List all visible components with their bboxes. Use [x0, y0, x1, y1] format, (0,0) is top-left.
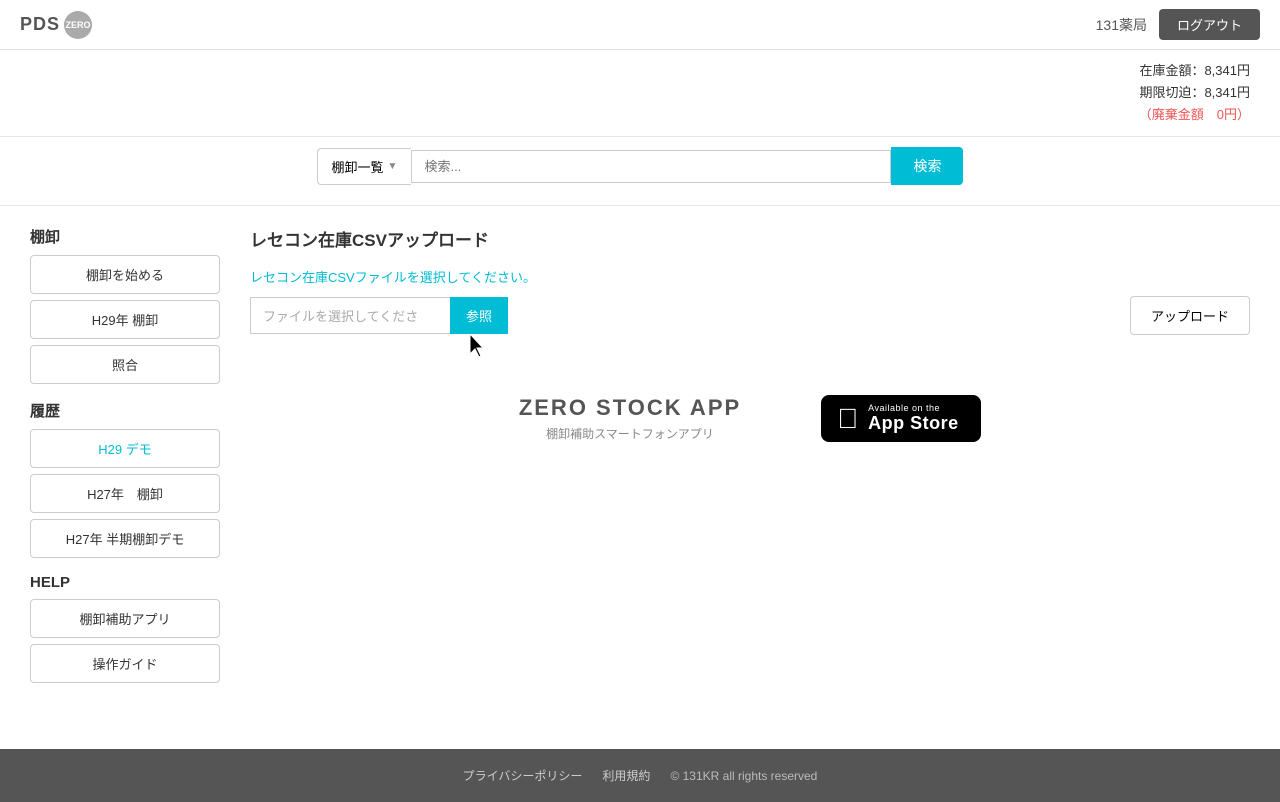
main-container: 棚卸 棚卸を始める H29年 棚卸 照合 履歴 H29 デモ H27年 棚卸 H… — [0, 206, 1280, 709]
upload-section: レセコン在庫CSVアップロード レセコン在庫CSVファイルを選択してください。 … — [250, 226, 1250, 335]
logo-badge: ZERO — [64, 11, 92, 39]
expiry-amount: 期限切迫：8,341円 — [30, 82, 1250, 104]
upload-btn-wrapper: アップロード — [1130, 296, 1250, 335]
app-promo-text: ZERO STOCK APP 棚卸補助スマートフォンアプリ — [519, 395, 741, 442]
sidebar-btn-h29[interactable]: H29年 棚卸 — [30, 300, 220, 339]
logo-text: PDS — [20, 14, 60, 35]
search-bar: 棚卸一覧 検索 — [0, 137, 1280, 205]
sidebar-btn-assist[interactable]: 棚卸補助アプリ — [30, 599, 220, 638]
content-title: レセコン在庫CSVアップロード — [250, 226, 1250, 251]
sidebar-btn-guide[interactable]: 操作ガイド — [30, 644, 220, 683]
header-right: 131薬局 ログアウト — [1096, 9, 1260, 40]
app-store-name: App Store — [868, 413, 959, 434]
inventory-dropdown[interactable]: 棚卸一覧 — [317, 148, 412, 185]
footer-privacy[interactable]: プライバシーポリシー — [463, 767, 583, 784]
search-button[interactable]: 検索 — [891, 147, 963, 185]
sidebar-section-inventory: 棚卸 — [30, 226, 220, 247]
file-placeholder: ファイルを選択してくださ — [263, 309, 418, 324]
app-store-text-block: Available on the App Store — [868, 403, 959, 434]
info-bar: 在庫金額：8,341円 期限切迫：8,341円 （廃棄金額 0円） — [0, 50, 1280, 136]
file-upload-row: ファイルを選択してくださ 参照 アップロード — [250, 296, 1250, 335]
header: PDS ZERO 131薬局 ログアウト — [0, 0, 1280, 50]
file-input-display: ファイルを選択してくださ — [250, 297, 450, 334]
browse-button[interactable]: 参照 — [450, 297, 508, 334]
app-promo-subtitle: 棚卸補助スマートフォンアプリ — [519, 425, 741, 442]
app-store-available: Available on the — [868, 403, 959, 413]
sidebar: 棚卸 棚卸を始める H29年 棚卸 照合 履歴 H29 デモ H27年 棚卸 H… — [30, 226, 220, 689]
upload-label: レセコン在庫CSVファイルを選択してください。 — [250, 267, 1250, 286]
footer: プライバシーポリシー 利用規約 © 131KR all rights reser… — [0, 749, 1280, 802]
content-area: レセコン在庫CSVアップロード レセコン在庫CSVファイルを選択してください。 … — [250, 226, 1250, 689]
sidebar-btn-h29demo[interactable]: H29 デモ — [30, 429, 220, 468]
footer-terms[interactable]: 利用規約 — [602, 767, 650, 784]
pharmacy-name: 131薬局 — [1096, 15, 1147, 35]
footer-copyright: © 131KR all rights reserved — [670, 769, 817, 783]
upload-button[interactable]: アップロード — [1130, 296, 1250, 335]
stock-amount: 在庫金額：8,341円 — [30, 60, 1250, 82]
sidebar-section-history: 履歴 — [30, 400, 220, 421]
sidebar-btn-h27[interactable]: H27年 棚卸 — [30, 474, 220, 513]
logout-button[interactable]: ログアウト — [1159, 9, 1260, 40]
app-promo: ZERO STOCK APP 棚卸補助スマートフォンアプリ  Availabl… — [250, 375, 1250, 462]
sidebar-section-help: HELP — [30, 574, 220, 591]
app-store-badge[interactable]:  Available on the App Store — [821, 395, 981, 442]
sidebar-btn-start[interactable]: 棚卸を始める — [30, 255, 220, 294]
sidebar-btn-collate[interactable]: 照合 — [30, 345, 220, 384]
sidebar-btn-h27half[interactable]: H27年 半期棚卸デモ — [30, 519, 220, 558]
search-input[interactable] — [411, 150, 891, 183]
waste-amount: （廃棄金額 0円） — [30, 104, 1250, 126]
app-promo-title: ZERO STOCK APP — [519, 395, 741, 421]
apple-icon:  — [837, 405, 858, 433]
logo: PDS ZERO — [20, 11, 92, 39]
